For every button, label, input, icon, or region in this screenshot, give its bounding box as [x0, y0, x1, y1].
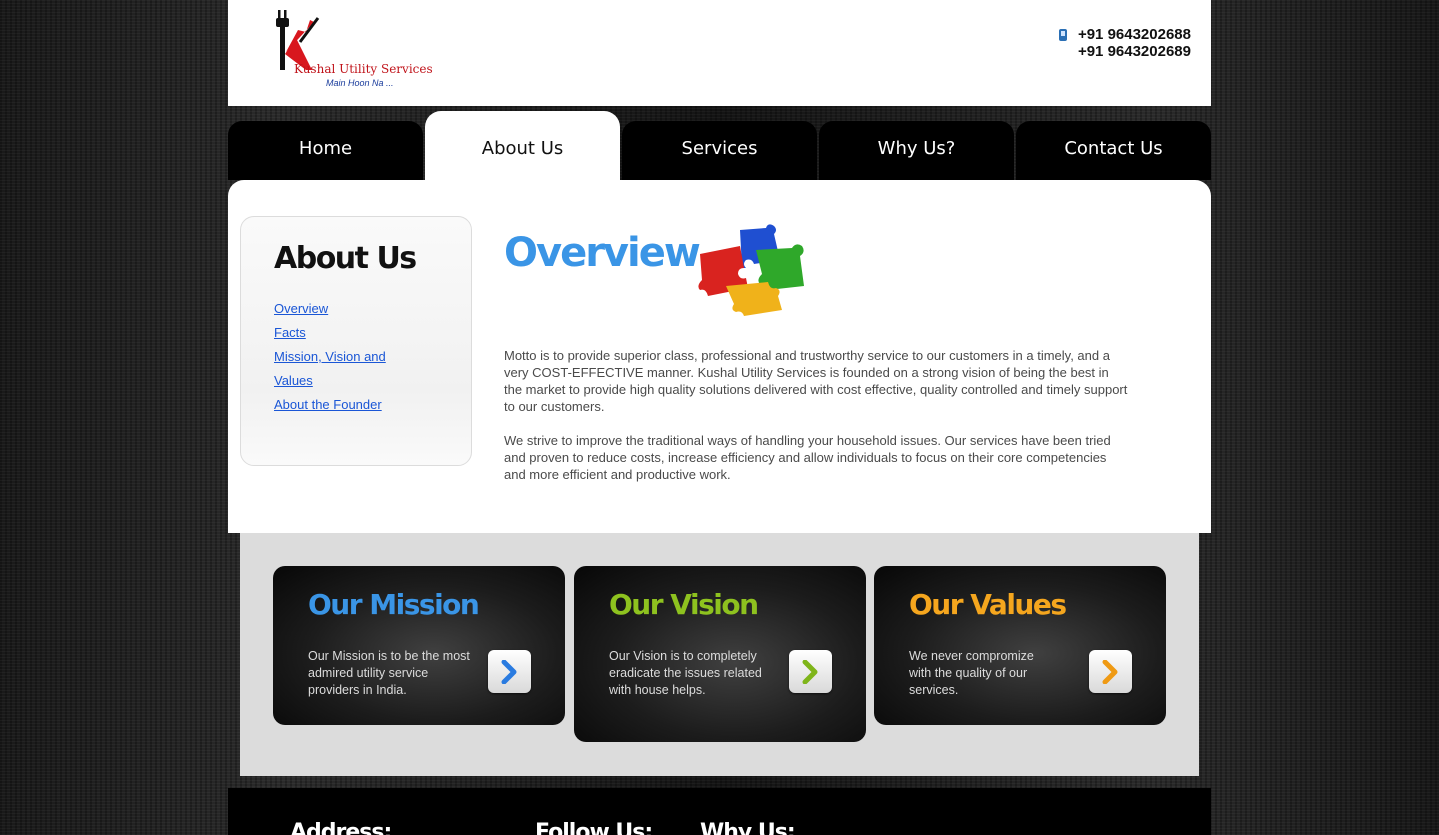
mobile-phone-icon	[1058, 29, 1067, 41]
phone-number-2: +91 9643202689	[1077, 43, 1191, 60]
overview-paragraph-1: Motto is to provide superior class, prof…	[504, 348, 1128, 414]
tab-services[interactable]: Services	[622, 121, 817, 180]
sidebar-link-overview[interactable]: Overview	[274, 297, 424, 321]
values-title: Our Values	[909, 588, 1067, 621]
tab-contact-us[interactable]: Contact Us	[1016, 121, 1211, 180]
about-sidebar: About Us Overview Facts Mission, Vision …	[240, 216, 472, 466]
chevron-right-icon	[802, 660, 818, 684]
logo-tagline: Main Hoon Na ...	[326, 78, 394, 88]
tab-about-us[interactable]: About Us	[425, 111, 620, 180]
values-text: We never compromize with the quality of …	[909, 649, 1034, 697]
site-header: Kushal Utility Services Main Hoon Na ...…	[228, 0, 1211, 106]
tab-home[interactable]: Home	[228, 121, 423, 180]
vision-title: Our Vision	[609, 588, 759, 621]
tab-why-us[interactable]: Why Us?	[819, 121, 1014, 180]
vision-text: Our Vision is to completely eradicate th…	[609, 649, 762, 697]
footer-follow-heading: Follow Us:	[535, 820, 653, 835]
phone-numbers: +91 9643202688 +91 9643202689	[1058, 26, 1191, 60]
phone-number-1: +91 9643202688	[1077, 26, 1191, 43]
values-more-button[interactable]	[1089, 650, 1132, 693]
logo-name: Kushal Utility Services	[294, 62, 433, 76]
mission-text: Our Mission is to be the most admired ut…	[308, 649, 470, 697]
sidebar-link-about-founder[interactable]: About the Founder	[274, 393, 424, 417]
mission-card: Our Mission Our Mission is to be the mos…	[273, 566, 565, 725]
chevron-right-icon	[501, 660, 517, 684]
page-wrapper: Kushal Utility Services Main Hoon Na ...…	[228, 0, 1211, 835]
vision-card: Our Vision Our Vision is to completely e…	[574, 566, 866, 742]
site-logo[interactable]: Kushal Utility Services Main Hoon Na ...	[274, 8, 434, 90]
sidebar-title: About Us	[274, 241, 417, 276]
chevron-right-icon	[1102, 660, 1118, 684]
overview-paragraph-2: We strive to improve the traditional way…	[504, 433, 1111, 482]
mvv-panel: Our Mission Our Mission is to be the mos…	[240, 533, 1199, 776]
sidebar-links: Overview Facts Mission, Vision and Value…	[274, 297, 424, 417]
vision-more-button[interactable]	[789, 650, 832, 693]
sidebar-link-facts[interactable]: Facts	[274, 321, 424, 345]
main-nav: Home About Us Services Why Us? Contact U…	[228, 110, 1211, 180]
content-area: About Us Overview Facts Mission, Vision …	[228, 180, 1211, 533]
footer-why-heading: Why Us:	[700, 820, 796, 835]
values-card: Our Values We never compromize with the …	[874, 566, 1166, 725]
mission-more-button[interactable]	[488, 650, 531, 693]
site-footer: Address: Follow Us: Why Us:	[228, 788, 1211, 835]
page-title: Overview	[504, 230, 701, 276]
sidebar-link-mission-vision-values[interactable]: Mission, Vision and Values	[274, 345, 424, 393]
mission-title: Our Mission	[308, 588, 480, 621]
puzzle-icon	[698, 224, 804, 316]
footer-address-heading: Address:	[290, 820, 392, 835]
